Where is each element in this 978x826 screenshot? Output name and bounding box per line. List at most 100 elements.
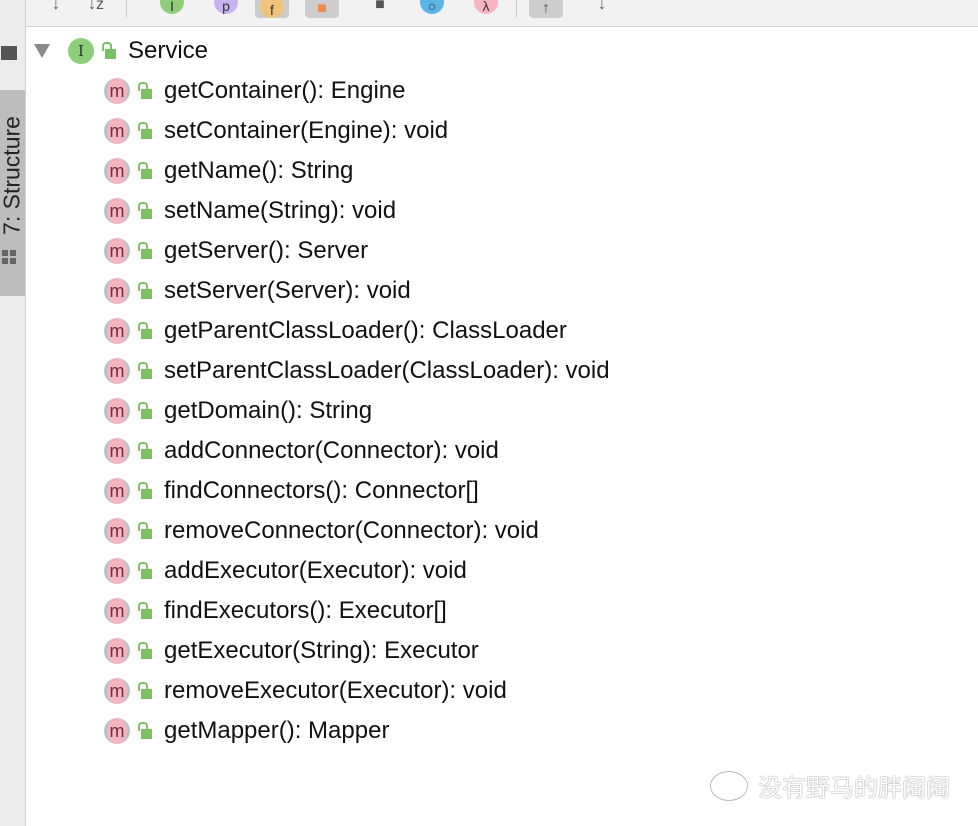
method-signature: findConnectors(): Connector[]	[164, 477, 479, 504]
method-icon: m	[104, 78, 130, 104]
tree-method-item[interactable]: m setContainer(Engine): void	[104, 111, 448, 151]
show-lambdas-button[interactable]: λ	[472, 0, 500, 14]
tree-method-item[interactable]: m getContainer(): Engine	[104, 71, 405, 111]
tree-method-item[interactable]: m getParentClassLoader(): ClassLoader	[104, 311, 567, 351]
watermark-text: 没有野马的胖阔阔	[758, 775, 950, 802]
structure-tree: I Service m getContainer(): Engine m setCon…	[26, 27, 978, 826]
method-icon: m	[104, 718, 130, 744]
root-label: Service	[128, 37, 209, 64]
method-icon: m	[104, 398, 130, 424]
public-lock-icon	[138, 642, 152, 660]
interface-icon: I	[68, 38, 94, 64]
toolbar-separator	[126, 0, 127, 18]
method-signature: addExecutor(Executor): void	[164, 557, 467, 584]
method-icon: m	[104, 358, 130, 384]
show-non-public-icon: ■	[317, 0, 327, 17]
tree-root-service[interactable]: I Service	[34, 31, 208, 71]
tree-method-item[interactable]: m getExecutor(String): Executor	[104, 631, 479, 671]
method-signature: setName(String): void	[164, 197, 397, 224]
expand-caret-icon[interactable]	[34, 44, 50, 58]
show-fields-button[interactable]: f	[255, 0, 289, 18]
show-constants-button[interactable]: ■	[366, 0, 394, 14]
method-icon: m	[104, 518, 130, 544]
method-icon: m	[104, 478, 130, 504]
toolbar-separator	[516, 0, 517, 18]
tree-method-item[interactable]: m getDomain(): String	[104, 391, 372, 431]
method-icon: m	[104, 598, 130, 624]
public-lock-icon	[138, 602, 152, 620]
public-lock-icon	[138, 402, 152, 420]
method-signature: findExecutors(): Executor[]	[164, 597, 447, 624]
tree-method-item[interactable]: m findExecutors(): Executor[]	[104, 591, 447, 631]
public-lock-icon	[138, 722, 152, 740]
autoscroll-from-source-button[interactable]: ↓	[588, 0, 616, 14]
structure-tab-label: 7: Structure	[0, 116, 25, 235]
tree-method-item[interactable]: m addConnector(Connector): void	[104, 431, 499, 471]
method-icon: m	[104, 118, 130, 144]
tree-method-item[interactable]: m addExecutor(Executor): void	[104, 551, 467, 591]
show-anonymous-button[interactable]: ○	[418, 0, 446, 14]
method-signature: getExecutor(String): Executor	[164, 637, 479, 664]
sort-by-visibility-button[interactable]: ↓	[42, 0, 70, 14]
method-signature: getDomain(): String	[164, 397, 373, 424]
method-icon: m	[104, 558, 130, 584]
method-icon: m	[104, 278, 130, 304]
watermark: 没有野马的胖阔阔	[710, 768, 950, 803]
method-icon: m	[104, 318, 130, 344]
public-lock-icon	[138, 562, 152, 580]
wechat-icon	[710, 770, 748, 801]
public-lock-icon	[138, 482, 152, 500]
show-inherited-icon: I	[160, 0, 184, 14]
method-signature: setContainer(Engine): void	[164, 117, 449, 144]
method-icon: m	[104, 198, 130, 224]
public-lock-icon	[138, 682, 152, 700]
tree-method-item[interactable]: m getName(): String	[104, 151, 353, 191]
show-properties-icon: p	[214, 0, 238, 14]
public-lock-icon	[138, 82, 152, 100]
autoscroll-from-source-icon: ↓	[598, 0, 606, 13]
tree-method-item[interactable]: m findConnectors(): Connector[]	[104, 471, 479, 511]
method-signature: removeExecutor(Executor): void	[164, 677, 507, 704]
structure-icon	[2, 250, 16, 264]
public-lock-icon	[138, 522, 152, 540]
method-icon: m	[104, 678, 130, 704]
method-signature: getServer(): Server	[164, 237, 369, 264]
public-lock-icon	[138, 282, 152, 300]
show-anonymous-icon: ○	[420, 0, 444, 14]
project-tab[interactable]: 1: Project	[0, 0, 25, 62]
show-properties-button[interactable]: p	[212, 0, 240, 14]
tree-method-item[interactable]: m removeConnector(Connector): void	[104, 511, 539, 551]
show-constants-icon: ■	[375, 0, 385, 13]
tool-window-strip: 1: Project 7: Structure	[0, 0, 26, 826]
structure-tab[interactable]: 7: Structure	[0, 90, 25, 296]
sort-alphabetically-icon: ↓z	[88, 0, 104, 13]
public-lock-icon	[138, 162, 152, 180]
method-signature: getMapper(): Mapper	[164, 717, 390, 744]
tree-method-item[interactable]: m setServer(Server): void	[104, 271, 411, 311]
method-signature: addConnector(Connector): void	[164, 437, 499, 464]
method-signature: setServer(Server): void	[164, 277, 411, 304]
method-signature: setParentClassLoader(ClassLoader): void	[164, 357, 610, 384]
tree-method-item[interactable]: m getMapper(): Mapper	[104, 711, 389, 751]
tree-method-item[interactable]: m getServer(): Server	[104, 231, 368, 271]
method-signature: removeConnector(Connector): void	[164, 517, 539, 544]
autoscroll-to-source-button[interactable]: ↑	[529, 0, 563, 18]
public-lock-icon	[138, 202, 152, 220]
method-signature: getName(): String	[164, 157, 354, 184]
tree-method-item[interactable]: m setName(String): void	[104, 191, 396, 231]
sort-by-visibility-icon: ↓	[52, 0, 60, 13]
tree-method-item[interactable]: m setParentClassLoader(ClassLoader): void	[104, 351, 610, 391]
method-icon: m	[104, 238, 130, 264]
show-lambdas-icon: λ	[474, 0, 498, 14]
folder-icon	[1, 46, 17, 60]
tree-method-item[interactable]: m removeExecutor(Executor): void	[104, 671, 507, 711]
method-signature: getParentClassLoader(): ClassLoader	[164, 317, 567, 344]
structure-toolbar: ↓ ↓z Ip f ■ ■ ○ λ ↑ ↓	[26, 0, 978, 27]
sort-alphabetically-button[interactable]: ↓z	[82, 0, 110, 14]
method-icon: m	[104, 638, 130, 664]
public-lock-icon	[102, 42, 116, 60]
show-inherited-button[interactable]: I	[158, 0, 186, 14]
public-lock-icon	[138, 362, 152, 380]
public-lock-icon	[138, 242, 152, 260]
show-non-public-button[interactable]: ■	[305, 0, 339, 18]
